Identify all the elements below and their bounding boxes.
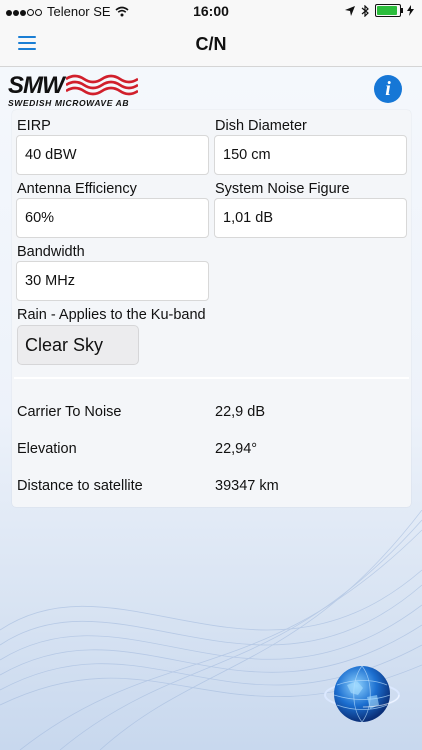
bandwidth-label: Bandwidth [17,244,85,260]
navigation-bar: C/N [0,22,422,67]
elevation-value: 22,94° [215,441,258,457]
system-noise-figure-input[interactable]: 1,01 dB [214,198,407,238]
dish-diameter-input[interactable]: 150 cm [214,135,407,175]
eirp-label: EIRP [17,118,51,134]
rain-label: Rain - Applies to the Ku-band [17,307,206,323]
battery-icon [375,4,403,17]
carrier-to-noise-value: 22,9 dB [215,404,265,420]
distance-label: Distance to satellite [17,478,143,494]
distance-value: 39347 km [215,478,279,494]
bluetooth-icon [361,4,369,17]
divider [14,377,409,379]
location-arrow-icon [345,5,355,16]
rain-selector-button[interactable]: Clear Sky [17,325,139,365]
globe-icon [324,665,400,723]
bandwidth-input[interactable]: 30 MHz [16,261,209,301]
status-bar: Telenor SE 16:00 [0,0,422,22]
calculator-panel: EIRP Dish Diameter 40 dBW 150 cm Antenna… [12,110,411,507]
battery-level [377,6,397,15]
carrier-to-noise-label: Carrier To Noise [17,404,122,420]
eirp-input[interactable]: 40 dBW [16,135,209,175]
elevation-label: Elevation [17,441,77,457]
info-button[interactable]: i [374,75,402,103]
antenna-efficiency-label: Antenna Efficiency [17,181,137,197]
charging-bolt-icon [407,5,414,16]
logo-subtitle: SWEDISH MICROWAVE AB [8,98,130,108]
antenna-efficiency-input[interactable]: 60% [16,198,209,238]
dish-diameter-label: Dish Diameter [215,118,307,134]
company-logo: SMW SWEDISH MICROWAVE AB [6,72,146,108]
page-title: C/N [195,34,227,54]
logo-mark: SMW [8,72,65,99]
logo-wave-icon [66,74,138,96]
system-noise-figure-label: System Noise Figure [215,181,350,197]
status-icons [345,4,414,17]
